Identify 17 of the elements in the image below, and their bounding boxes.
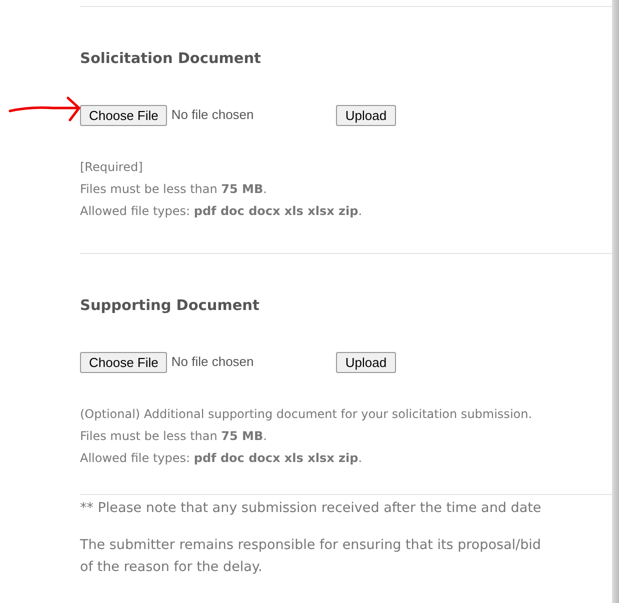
notice-text: The submitter remains responsible for ensuring that its proposal/bid — [80, 536, 541, 555]
upload-button[interactable]: Upload — [336, 352, 396, 372]
notice-text: ** Please note that any submission received after the time and date — [80, 499, 542, 518]
help-text: Allowed file types: pdf doc docx xls xlsx zip. — [80, 450, 362, 467]
help-text: Files must be less than 75 MB. — [80, 181, 267, 198]
section-heading: Solicitation Document — [80, 50, 261, 69]
choose-file-button[interactable]: Choose File — [80, 352, 168, 372]
help-text: Files must be less than 75 MB. — [80, 428, 267, 445]
upload-button[interactable]: Upload — [336, 104, 396, 126]
choose-file-button[interactable]: Choose File — [80, 104, 168, 126]
section-heading: Supporting Document — [80, 297, 260, 316]
file-status: No file chosen — [171, 106, 255, 124]
notice-text: of the reason for the delay. — [80, 558, 262, 577]
help-text: [Required] — [80, 159, 143, 176]
help-text: Allowed file types: pdf doc docx xls xlsx zip. — [80, 203, 362, 220]
help-text: (Optional) Additional supporting document for your solicitation submission. — [80, 406, 532, 423]
file-status: No file chosen — [171, 353, 255, 372]
